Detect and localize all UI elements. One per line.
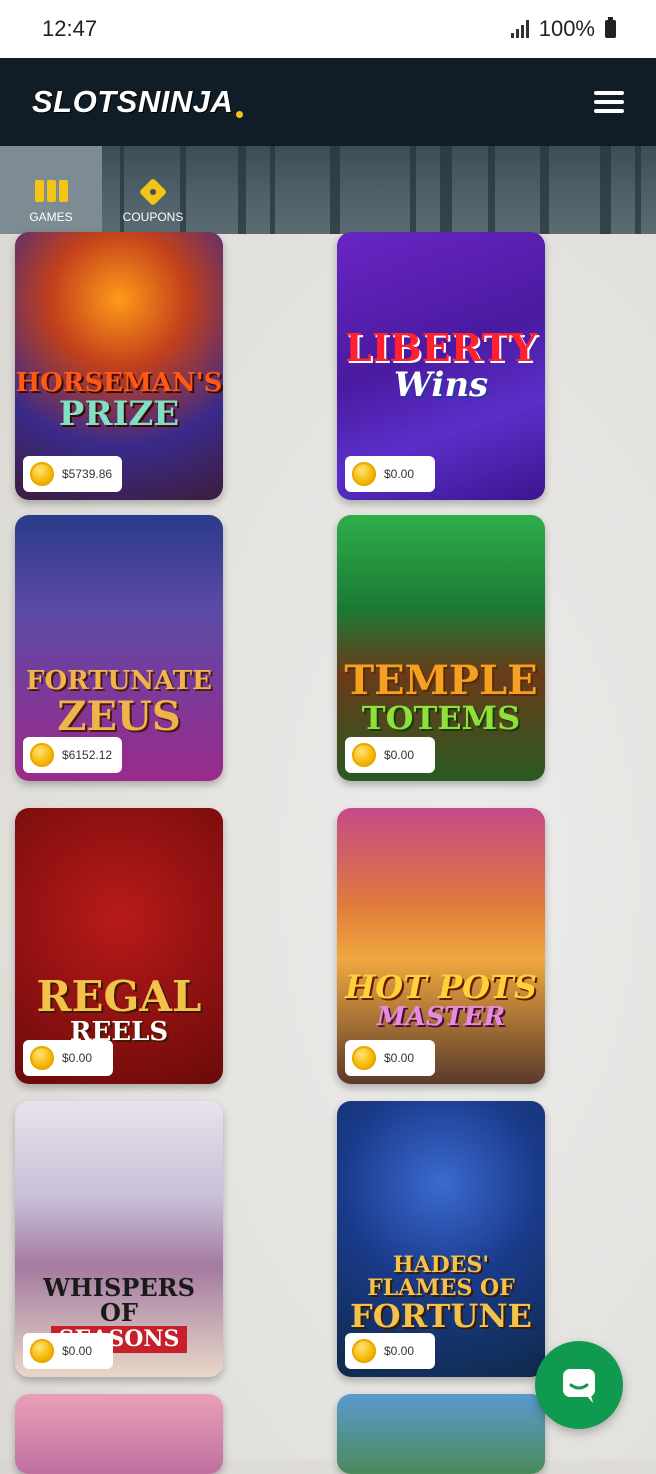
jackpot-value: $0.00	[62, 1051, 93, 1065]
coin-icon	[352, 1046, 376, 1070]
nav-bar: GAMES COUPONS	[0, 146, 656, 234]
coin-icon	[30, 1339, 54, 1363]
jackpot-value: $0.00	[384, 748, 415, 762]
jackpot-badge: $0.00	[345, 1333, 435, 1369]
status-time: 12:47	[42, 16, 98, 41]
coin-icon	[30, 743, 54, 767]
game-title-line1: LIBERTY	[345, 325, 537, 371]
game-tile[interactable]: LIBERTY Wins $0.00	[337, 232, 545, 500]
jackpot-badge: $5739.86	[23, 456, 123, 492]
jackpot-badge: $0.00	[345, 737, 435, 773]
jackpot-value: $5739.86	[62, 467, 113, 481]
status-indicators: 100%	[510, 16, 616, 42]
game-tile[interactable]: HADES' FLAMES OF FORTUNE $0.00	[337, 1101, 545, 1377]
game-tile[interactable]: TEMPLE TOTEMS $0.00	[337, 515, 545, 781]
jackpot-badge: $0.00	[23, 1333, 113, 1369]
game-tile[interactable]: FORTUNATE ZEUS $6152.12	[15, 515, 223, 781]
hamburger-menu-icon[interactable]	[594, 91, 624, 113]
jackpot-value: $0.00	[384, 467, 415, 481]
jackpot-badge: $0.00	[345, 1040, 435, 1076]
signal-icon	[510, 20, 529, 38]
app-header: SLOTSNINJA	[0, 58, 656, 146]
game-title-line2: Wins	[393, 365, 489, 406]
games-icon	[34, 180, 68, 202]
logo-text: SLOTSNINJA	[32, 84, 234, 119]
game-title-line2: FORTUNE	[350, 1297, 532, 1336]
jackpot-badge: $0.00	[345, 456, 435, 492]
game-title-line1: HORSEMAN'S	[15, 367, 223, 398]
tab-games-label: GAMES	[29, 210, 73, 224]
coupon-icon	[138, 177, 168, 207]
battery-percent: 100%	[538, 16, 595, 41]
logo[interactable]: SLOTSNINJA	[32, 84, 244, 120]
game-tile[interactable]	[15, 1394, 223, 1474]
game-title-line1: WHISPERS OF	[43, 1273, 195, 1328]
jackpot-value: $0.00	[62, 1344, 93, 1358]
jackpot-value: $6152.12	[62, 748, 113, 762]
logo-dot	[236, 111, 244, 118]
jackpot-value: $0.00	[384, 1051, 415, 1065]
game-tile[interactable]	[337, 1394, 545, 1474]
jackpot-value: $0.00	[384, 1344, 415, 1358]
chat-button[interactable]	[535, 1341, 623, 1429]
game-tile[interactable]: HORSEMAN'S PRIZE $5739.86	[15, 232, 223, 500]
game-title-line2: TOTEMS	[361, 699, 521, 738]
game-title-line1: HADES' FLAMES OF	[367, 1252, 515, 1302]
game-tile[interactable]: WHISPERS OF SEASONS $0.00	[15, 1101, 223, 1377]
game-tile[interactable]: HOT POTS MASTER $0.00	[337, 808, 545, 1084]
tab-coupons-label: COUPONS	[122, 210, 184, 224]
game-title-line1: TEMPLE	[344, 657, 538, 705]
coin-icon	[352, 462, 376, 486]
game-title-line1: REGAL	[36, 972, 202, 1022]
coin-icon	[352, 1339, 376, 1363]
game-title-line2: PRIZE	[58, 393, 180, 434]
chat-icon	[563, 1369, 595, 1403]
tab-coupons[interactable]: COUPONS	[102, 146, 204, 234]
jackpot-badge: $6152.12	[23, 737, 123, 773]
game-title-line1: HOT POTS	[345, 967, 537, 1006]
status-bar: 12:47 100%	[0, 0, 656, 58]
game-title-line1: FORTUNATE	[26, 666, 212, 697]
tab-games[interactable]: GAMES	[0, 146, 102, 234]
game-title-line2: MASTER	[376, 1002, 506, 1033]
battery-icon	[605, 17, 616, 38]
coin-icon	[30, 1046, 54, 1070]
game-title-line2: ZEUS	[57, 692, 181, 740]
coin-icon	[30, 462, 54, 486]
jackpot-badge: $0.00	[23, 1040, 113, 1076]
coin-icon	[352, 743, 376, 767]
game-tile[interactable]: REGAL REELS $0.00	[15, 808, 223, 1084]
